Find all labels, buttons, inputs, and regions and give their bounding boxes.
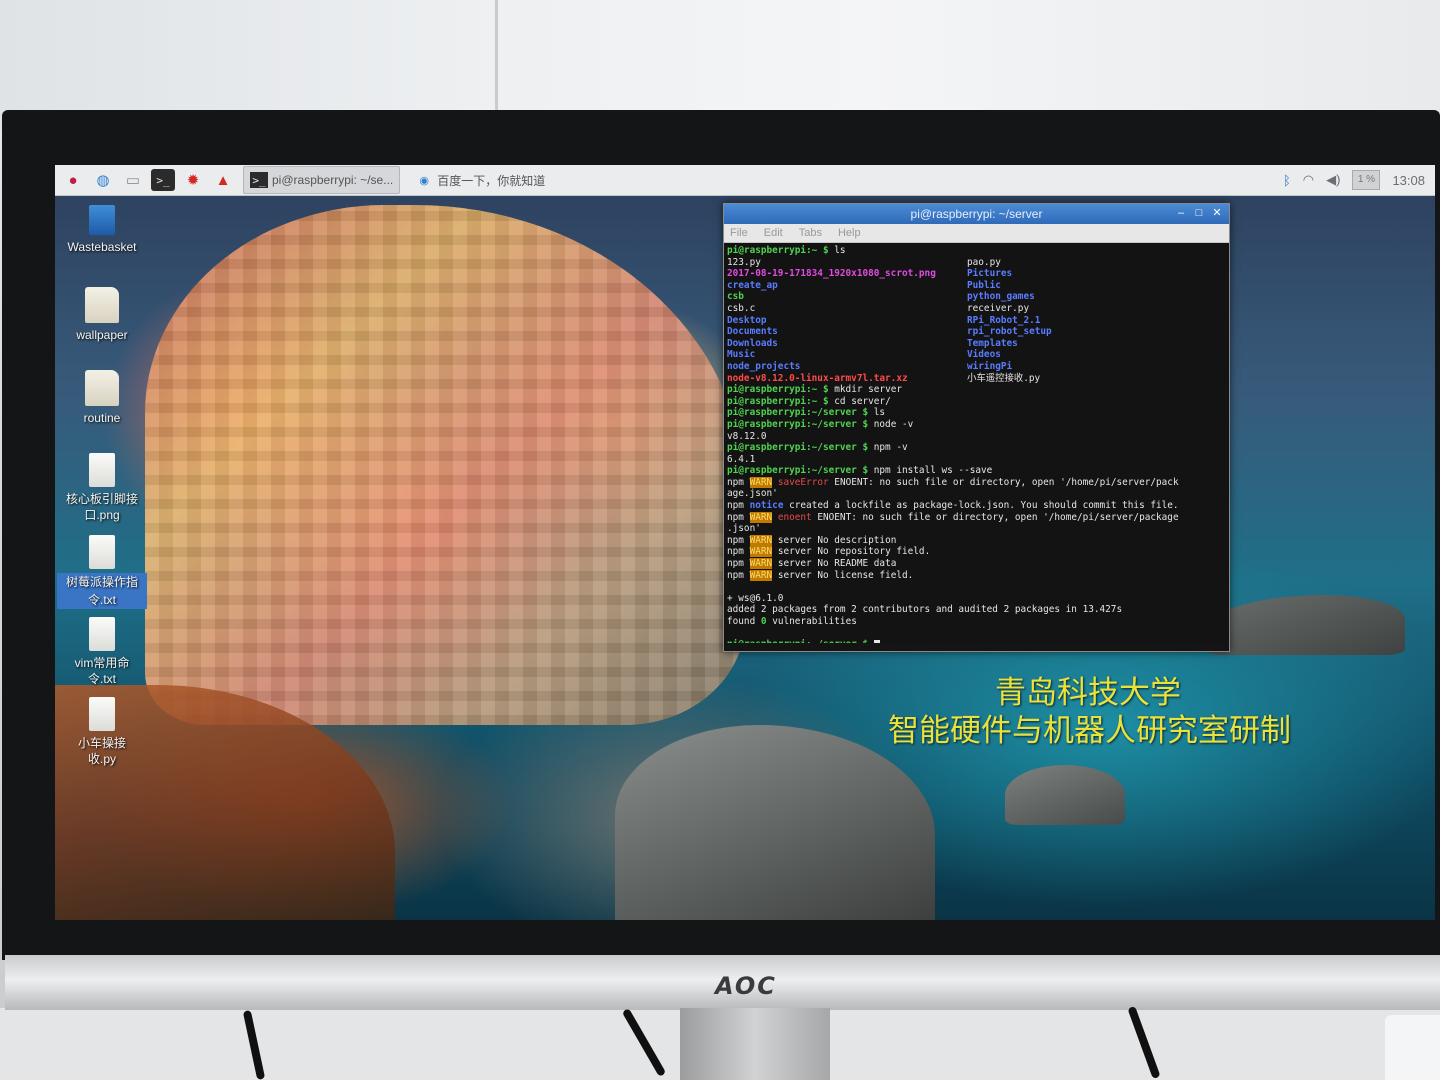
terminal-line: Music Videos <box>727 349 1001 361</box>
volume-icon[interactable]: ◀) <box>1326 172 1340 188</box>
terminal-line: node_projects wiringPi <box>727 360 1013 372</box>
desktop-icon-wastebasket[interactable]: Wastebasket <box>57 205 147 255</box>
text-file-icon <box>89 535 115 569</box>
terminal-line: npm notice created a lockfile as package… <box>727 500 1179 512</box>
monitor-stand <box>680 1008 830 1080</box>
desktop-icon-wallpaper[interactable]: wallpaper <box>57 287 147 343</box>
menu-file[interactable]: File <box>730 227 748 239</box>
router <box>1385 1015 1440 1080</box>
web-browser-icon[interactable]: ◍ <box>91 169 115 191</box>
terminal-line: Desktop RPi_Robot_2.1 <box>727 314 1041 326</box>
terminal-line: pi@raspberrypi:~/server $ node -v <box>727 418 914 430</box>
cable <box>621 1008 667 1077</box>
mathematica-icon[interactable]: ✹ <box>181 169 205 191</box>
wifi-icon[interactable]: ◠ <box>1303 172 1314 188</box>
terminal-line: npm WARN server No repository field. <box>727 546 931 558</box>
terminal-line: Documents rpi_robot_setup <box>727 326 1052 338</box>
terminal-menubar: File Edit Tabs Help <box>724 224 1229 243</box>
monitor-brand-logo: AOC <box>715 972 777 1000</box>
taskbar-task-terminal[interactable]: >_ pi@raspberrypi: ~/se... <box>243 166 401 194</box>
terminal-prompt-line[interactable]: pi@raspberrypi:~/server $ <box>727 639 1226 643</box>
file-manager-icon[interactable]: ▭ <box>121 169 145 191</box>
terminal-line: pi@raspberrypi:~/server $ ls <box>727 407 886 419</box>
cable <box>242 1009 266 1080</box>
terminal-title: pi@raspberrypi: ~/server <box>910 207 1043 221</box>
image-file-icon <box>89 453 115 487</box>
text-cursor <box>873 639 880 643</box>
terminal-icon: >_ <box>250 172 268 188</box>
menu-help[interactable]: Help <box>838 227 861 239</box>
clock[interactable]: 13:08 <box>1392 173 1425 188</box>
folder-icon <box>85 370 119 406</box>
taskbar-task-browser[interactable]: ◉ 百度一下，你就知道 <box>408 166 553 194</box>
terminal-line: 123.py pao.py <box>727 256 1001 268</box>
desktop-icon-car-py[interactable]: 小车操接 收.py <box>57 697 147 767</box>
menu-edit[interactable]: Edit <box>764 227 783 239</box>
terminal-output[interactable]: pi@raspberrypi:~ $ ls 123.py pao.py 2017-… <box>724 243 1229 643</box>
text-file-icon <box>89 617 115 651</box>
minimize-icon[interactable]: – <box>1175 206 1187 220</box>
wall-corner <box>495 0 498 115</box>
desktop-icon-pi-commands-txt[interactable]: 树莓派操作指 令.txt <box>57 535 147 609</box>
desktop-icon-vim-txt[interactable]: vim常用命 令.txt <box>57 617 147 687</box>
terminal-line: csb python_games <box>727 291 1035 303</box>
cable <box>1127 1005 1161 1080</box>
wallpaper-caption-line2: 智能硬件与机器人研究室研制 <box>888 713 1291 749</box>
terminal-line: pi@raspberrypi:~ $ mkdir server <box>727 384 902 396</box>
terminal-line: pi@raspberrypi:~ $ cd server/ <box>727 395 891 407</box>
desktop-icon-routine[interactable]: routine <box>57 370 147 426</box>
terminal-launcher-icon[interactable]: >_ <box>151 169 175 191</box>
menu-tabs[interactable]: Tabs <box>799 227 822 239</box>
monitor-screen: 青岛科技大学 智能硬件与机器人研究室研制 ● ◍ ▭ >_ ✹ ▲ >_ pi@… <box>55 165 1435 920</box>
terminal-line: Downloads Templates <box>727 337 1018 349</box>
terminal-line: pi@raspberrypi:~ $ ls <box>727 245 846 256</box>
terminal-line: 6.4.1 <box>727 453 756 465</box>
terminal-line: + ws@6.1.0 <box>727 592 784 604</box>
terminal-window[interactable]: pi@raspberrypi: ~/server – □ ✕ File Edit… <box>723 203 1230 652</box>
terminal-line: npm WARN server No description <box>727 534 897 546</box>
wallpaper-rock <box>1005 765 1125 825</box>
raspberry-menu-icon[interactable]: ● <box>61 169 85 191</box>
system-tray: ᛒ ◠ ◀) 1 % 13:08 <box>1283 170 1435 190</box>
terminal-line: npm WARN saveError ENOENT: no such file … <box>727 476 1179 488</box>
folder-icon <box>85 287 119 323</box>
terminal-line: v8.12.0 <box>727 430 767 442</box>
maximize-icon[interactable]: □ <box>1193 206 1205 220</box>
wastebasket-icon <box>89 205 115 235</box>
terminal-line: found 0 vulnerabilities <box>727 616 857 627</box>
terminal-titlebar[interactable]: pi@raspberrypi: ~/server – □ ✕ <box>724 204 1229 224</box>
terminal-line: csb.c receiver.py <box>727 302 1030 314</box>
terminal-line: pi@raspberrypi:~/server $ npm install ws… <box>727 465 993 477</box>
python-file-icon <box>89 697 115 731</box>
taskbar-task-label: 百度一下，你就知道 <box>437 173 546 188</box>
terminal-line: node-v8.12.0-linux-armv7l.tar.xz 小车遥控接收.p… <box>727 372 1041 384</box>
terminal-line: pi@raspberrypi:~/server $ npm -v <box>727 442 908 454</box>
close-icon[interactable]: ✕ <box>1211 206 1223 220</box>
chromium-icon: ◉ <box>419 174 430 187</box>
terminal-line: npm WARN enoent ENOENT: no such file or … <box>727 511 1179 523</box>
taskbar: ● ◍ ▭ >_ ✹ ▲ >_ pi@raspberrypi: ~/se... … <box>55 165 1435 196</box>
terminal-line: npm WARN server No license field. <box>727 569 914 581</box>
cpu-monitor[interactable]: 1 % <box>1352 170 1381 190</box>
terminal-line: .json' <box>727 523 761 535</box>
terminal-line: npm WARN server No README data <box>727 558 897 570</box>
terminal-line: age.json' <box>727 488 778 500</box>
desktop-icon-pin-png[interactable]: 核心板引脚接 口.png <box>57 453 147 523</box>
terminal-line: create_ap Public <box>727 279 1001 291</box>
terminal-line: 2017-08-19-171834_1920x1080_scrot.png Pic… <box>727 268 1013 280</box>
taskbar-task-label: pi@raspberrypi: ~/se... <box>272 173 394 187</box>
bluetooth-icon[interactable]: ᛒ <box>1283 173 1291 188</box>
terminal-line: added 2 packages from 2 contributors and… <box>727 604 1123 616</box>
wolfram-icon[interactable]: ▲ <box>211 169 235 191</box>
